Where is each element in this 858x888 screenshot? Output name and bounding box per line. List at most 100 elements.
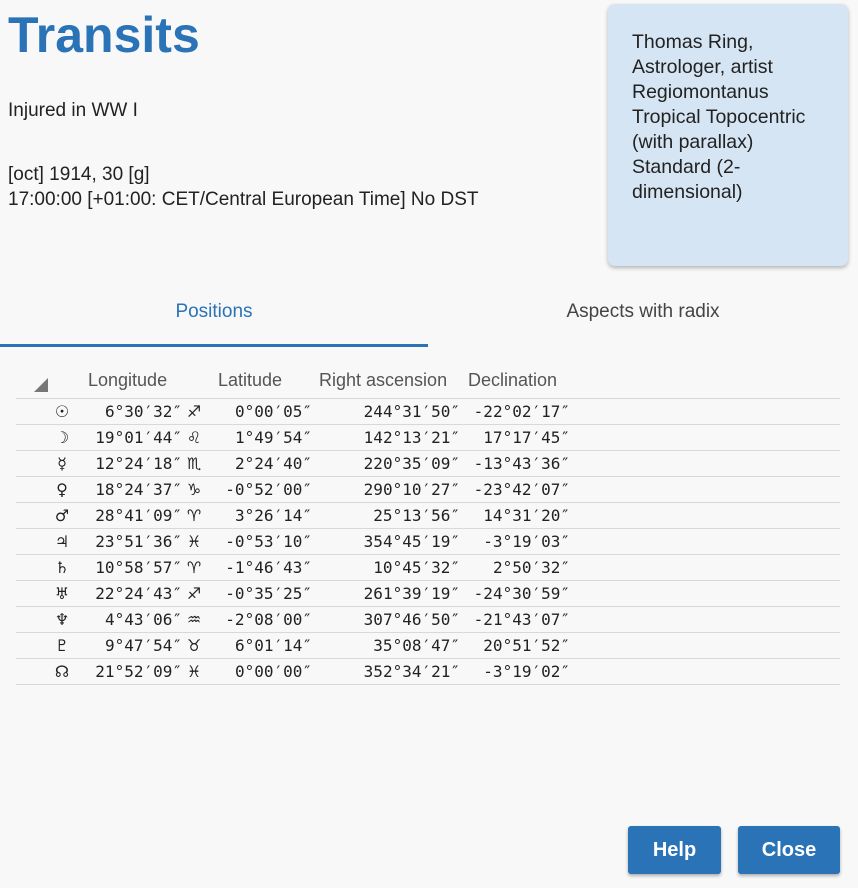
right-ascension-cell: 35°08′47″ xyxy=(373,636,460,655)
right-ascension-cell: 25°13′56″ xyxy=(373,506,460,525)
tab-positions[interactable]: Positions xyxy=(0,288,428,347)
info-line: Astrologer, artist xyxy=(632,56,773,78)
zodiac-sign-icon: ♉ xyxy=(186,636,202,655)
event-description: Injured in WW I xyxy=(8,100,138,121)
info-line: (with parallax) xyxy=(632,131,754,153)
table-row: ♃ 23°51′36″ ♓ -0°53′10″ 354°45′19″ -3°19′03″ xyxy=(16,528,840,554)
latitude-cell: -2°08′00″ xyxy=(225,610,312,629)
declination-cell: 2°50′32″ xyxy=(492,558,570,577)
event-time: 17:00:00 [+01:00: CET/Central European T… xyxy=(8,189,479,210)
table-row: ♀ 18°24′37″ ♑ -0°52′00″ 290°10′27″ -23°42′07″ xyxy=(16,476,840,502)
table-row: ♄ 10°58′57″ ♈ -1°46′43″ 10°45′32″ 2°50′32″ xyxy=(16,554,840,580)
planet-glyph-icon: ♆ xyxy=(54,610,70,629)
zodiac-sign-icon: ♏ xyxy=(186,454,202,473)
longitude-cell: 19°01′44″ xyxy=(95,428,182,447)
zodiac-sign-icon: ♈ xyxy=(186,558,202,577)
column-header-declination[interactable]: Declination xyxy=(468,370,557,391)
latitude-cell: 2°24′40″ xyxy=(234,454,312,473)
latitude-cell: 1°49′54″ xyxy=(234,428,312,447)
positions-table: Longitude Latitude Right ascension Decli… xyxy=(16,364,840,685)
declination-cell: -13°43′36″ xyxy=(473,454,570,473)
chart-info-card: Thomas Ring, Astrologer, artist Regiomon… xyxy=(608,4,848,266)
longitude-cell: 22°24′43″ xyxy=(95,584,182,603)
zodiac-sign-icon: ♐ xyxy=(186,402,202,421)
latitude-cell: -0°35′25″ xyxy=(225,584,312,603)
planet-glyph-icon: ♄ xyxy=(54,558,70,577)
table-row: ☿ 12°24′18″ ♏ 2°24′40″ 220°35′09″ -13°43′36″ xyxy=(16,450,840,476)
latitude-cell: 0°00′00″ xyxy=(234,662,312,681)
declination-cell: -22°02′17″ xyxy=(473,402,570,421)
declination-cell: -24°30′59″ xyxy=(473,584,570,603)
declination-cell: -23°42′07″ xyxy=(473,480,570,499)
longitude-cell: 9°47′54″ xyxy=(104,636,182,655)
zodiac-sign-icon: ♐ xyxy=(186,584,202,603)
table-row: ☽ 19°01′44″ ♌ 1°49′54″ 142°13′21″ 17°17′45″ xyxy=(16,424,840,450)
longitude-cell: 18°24′37″ xyxy=(95,480,182,499)
declination-cell: -3°19′02″ xyxy=(483,662,570,681)
planet-glyph-icon: ☊ xyxy=(54,662,70,681)
close-button[interactable]: Close xyxy=(738,826,840,874)
declination-cell: 17°17′45″ xyxy=(483,428,570,447)
planet-glyph-icon: ♀ xyxy=(56,480,68,499)
table-body: ☉ 6°30′32″ ♐ 0°00′05″ 244°31′50″ -22°02′17″ ☽ 1… xyxy=(16,398,840,685)
declination-cell: 20°51′52″ xyxy=(483,636,570,655)
table-header: Longitude Latitude Right ascension Decli… xyxy=(16,364,840,398)
column-header-right-ascension[interactable]: Right ascension xyxy=(319,370,447,391)
table-row: ☉ 6°30′32″ ♐ 0°00′05″ 244°31′50″ -22°02′17″ xyxy=(16,398,840,424)
declination-cell: 14°31′20″ xyxy=(483,506,570,525)
planet-glyph-icon: ♂ xyxy=(54,506,70,525)
longitude-cell: 23°51′36″ xyxy=(95,532,182,551)
right-ascension-cell: 352°34′21″ xyxy=(363,662,460,681)
table-row: ♂ 28°41′09″ ♈ 3°26′14″ 25°13′56″ 14°31′20″ xyxy=(16,502,840,528)
right-ascension-cell: 290°10′27″ xyxy=(363,480,460,499)
info-line: Standard (2- xyxy=(632,156,741,178)
longitude-cell: 4°43′06″ xyxy=(104,610,182,629)
right-ascension-cell: 244°31′50″ xyxy=(363,402,460,421)
planet-glyph-icon: ♅ xyxy=(54,584,70,603)
table-row: ☊ 21°52′09″ ♓ 0°00′00″ 352°34′21″ -3°19′02″ xyxy=(16,658,840,685)
latitude-cell: -0°53′10″ xyxy=(225,532,312,551)
latitude-cell: -1°46′43″ xyxy=(225,558,312,577)
longitude-cell: 28°41′09″ xyxy=(95,506,182,525)
right-ascension-cell: 261°39′19″ xyxy=(363,584,460,603)
longitude-cell: 12°24′18″ xyxy=(95,454,182,473)
column-header-longitude[interactable]: Longitude xyxy=(88,370,167,391)
sort-indicator-icon[interactable] xyxy=(34,378,48,392)
right-ascension-cell: 142°13′21″ xyxy=(363,428,460,447)
latitude-cell: 3°26′14″ xyxy=(234,506,312,525)
zodiac-sign-icon: ♒ xyxy=(186,610,202,629)
planet-glyph-icon: ♇ xyxy=(54,636,70,655)
tab-aspects-with-radix[interactable]: Aspects with radix xyxy=(428,288,858,346)
declination-cell: -21°43′07″ xyxy=(473,610,570,629)
page-title: Transits xyxy=(8,7,200,63)
declination-cell: -3°19′03″ xyxy=(483,532,570,551)
longitude-cell: 21°52′09″ xyxy=(95,662,182,681)
table-row: ♅ 22°24′43″ ♐ -0°35′25″ 261°39′19″ -24°30′59″ xyxy=(16,580,840,606)
info-line: Tropical Topocentric xyxy=(632,106,806,128)
planet-glyph-icon: ☽ xyxy=(54,428,70,447)
info-line: Thomas Ring, xyxy=(632,31,754,53)
info-line: Regiomontanus xyxy=(632,81,769,103)
table-row: ♇ 9°47′54″ ♉ 6°01′14″ 35°08′47″ 20°51′52″ xyxy=(16,632,840,658)
longitude-cell: 6°30′32″ xyxy=(104,402,182,421)
planet-glyph-icon: ♃ xyxy=(54,532,70,551)
right-ascension-cell: 220°35′09″ xyxy=(363,454,460,473)
latitude-cell: -0°52′00″ xyxy=(225,480,312,499)
info-line: dimensional) xyxy=(632,181,743,203)
tab-bar: Positions Aspects with radix xyxy=(0,288,858,348)
right-ascension-cell: 10°45′32″ xyxy=(373,558,460,577)
right-ascension-cell: 354°45′19″ xyxy=(363,532,460,551)
zodiac-sign-icon: ♓ xyxy=(186,662,202,681)
latitude-cell: 6°01′14″ xyxy=(234,636,312,655)
zodiac-sign-icon: ♑ xyxy=(186,480,202,499)
planet-glyph-icon: ☿ xyxy=(57,454,67,473)
help-button[interactable]: Help xyxy=(628,826,721,874)
table-row: ♆ 4°43′06″ ♒ -2°08′00″ 307°46′50″ -21°43′07″ xyxy=(16,606,840,632)
column-header-latitude[interactable]: Latitude xyxy=(218,370,282,391)
longitude-cell: 10°58′57″ xyxy=(95,558,182,577)
planet-glyph-icon: ☉ xyxy=(54,402,70,421)
event-date: [oct] 1914, 30 [g] xyxy=(8,164,150,185)
event-datetime: [oct] 1914, 30 [g] 17:00:00 [+01:00: CET… xyxy=(8,162,479,212)
zodiac-sign-icon: ♈ xyxy=(186,506,202,525)
latitude-cell: 0°00′05″ xyxy=(234,402,312,421)
